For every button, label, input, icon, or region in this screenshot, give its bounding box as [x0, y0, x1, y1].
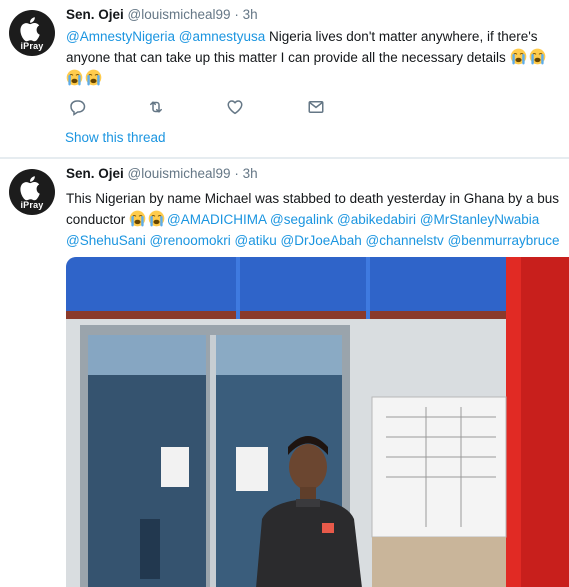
message-icon	[308, 101, 324, 113]
avatar-label: iPray	[20, 200, 44, 210]
mention-link[interactable]: @segalink	[270, 212, 333, 227]
apple-logo-icon	[20, 15, 44, 43]
avatar[interactable]: iPray	[9, 10, 55, 56]
message-button[interactable]	[307, 98, 325, 116]
reply-button[interactable]	[68, 98, 86, 116]
display-name[interactable]: Sen. Ojei	[66, 166, 124, 181]
display-name[interactable]: Sen. Ojei	[66, 7, 124, 22]
like-icon	[227, 100, 243, 115]
like-button[interactable]	[226, 98, 244, 116]
mention-link[interactable]: @channelstv	[366, 233, 444, 248]
mention-link[interactable]: @benmurraybruce	[448, 233, 560, 248]
tweet-photo[interactable]	[66, 257, 569, 587]
tweet-text: @AmnestyNigeria @amnestyusa Nigeria live…	[66, 26, 563, 89]
user-handle[interactable]: @louismicheal99	[128, 7, 231, 22]
avatar[interactable]: iPray	[9, 169, 55, 215]
mention-link[interactable]: @AMADICHIMA	[167, 212, 266, 227]
tweet-1[interactable]: iPray Sen. Ojei @louismicheal99 · 3h @Am…	[0, 0, 569, 158]
mention-link[interactable]: @DrJoeAbah	[281, 233, 362, 248]
timestamp[interactable]: 3h	[243, 7, 258, 22]
reply-icon	[70, 100, 86, 116]
retweet-icon	[150, 101, 162, 113]
show-thread-link[interactable]: Show this thread	[65, 130, 166, 145]
photo-image	[66, 257, 569, 587]
mention-link[interactable]: @AmnestyNigeria	[66, 29, 175, 44]
crying-emoji-icon	[129, 210, 146, 227]
mention-link[interactable]: @amnestyusa	[179, 29, 266, 44]
avatar-label: iPray	[20, 41, 44, 51]
tweet-header: Sen. Ojei @louismicheal99 · 3h	[66, 7, 258, 22]
separator-dot: ·	[234, 7, 239, 22]
crying-emoji-icon	[66, 69, 83, 86]
apple-logo-icon	[20, 174, 44, 202]
crying-emoji-icon	[85, 69, 102, 86]
crying-emoji-icon	[510, 48, 527, 65]
separator-dot: ·	[234, 166, 239, 181]
mention-link[interactable]: @MrStanleyNwabia	[420, 212, 540, 227]
retweet-button[interactable]	[147, 98, 165, 116]
tweet-text: This Nigerian by name Michael was stabbe…	[66, 188, 563, 251]
crying-emoji-icon	[529, 48, 546, 65]
timestamp[interactable]: 3h	[243, 166, 258, 181]
tweet-header: Sen. Ojei @louismicheal99 · 3h	[66, 166, 258, 181]
mention-link[interactable]: @abikedabiri	[337, 212, 416, 227]
tweet-2[interactable]: iPray Sen. Ojei @louismicheal99 · 3h Thi…	[0, 158, 569, 587]
mention-link[interactable]: @atiku	[235, 233, 277, 248]
mention-link[interactable]: @renoomokri	[150, 233, 231, 248]
mention-link[interactable]: @ShehuSani	[66, 233, 146, 248]
crying-emoji-icon	[148, 210, 165, 227]
user-handle[interactable]: @louismicheal99	[128, 166, 231, 181]
